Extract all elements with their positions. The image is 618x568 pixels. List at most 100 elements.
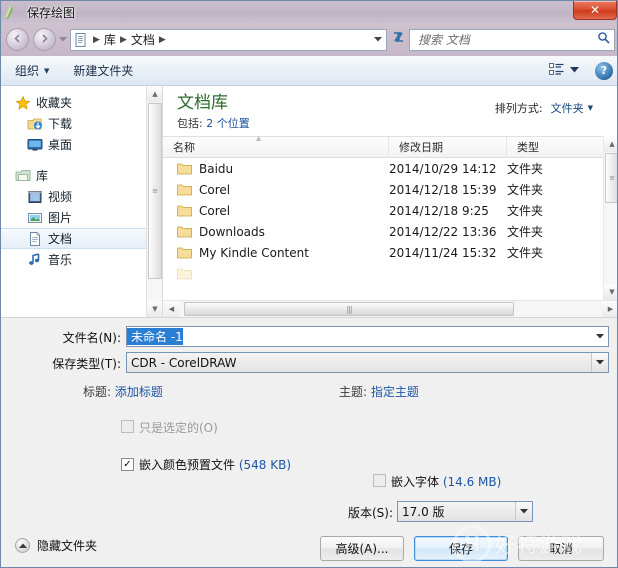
file-name-cell bbox=[163, 267, 389, 280]
file-date: 2014/12/18 15:39 bbox=[389, 182, 497, 197]
help-icon: ? bbox=[600, 64, 608, 77]
sidebar-item-desktop[interactable]: 桌面 bbox=[1, 134, 146, 155]
file-name-cell: Corel bbox=[163, 204, 389, 218]
chevron-down-icon[interactable] bbox=[591, 327, 608, 346]
file-name: My Kindle Content bbox=[199, 245, 309, 260]
title-field[interactable]: 标题: 添加标题 bbox=[83, 383, 163, 400]
table-row[interactable]: Downloads 2014/12/22 13:36 文件夹 bbox=[163, 221, 603, 242]
file-name: Downloads bbox=[199, 224, 265, 239]
cancel-label: 取消 bbox=[548, 542, 573, 556]
advanced-button[interactable]: 高级(A)... bbox=[320, 536, 404, 561]
column-header-name[interactable]: 名称 ▲ bbox=[163, 136, 389, 158]
file-browser: 收藏夹 下载 桌面 库 视频 图片 文档 音乐 ▲ ≡ ▼ 文档库 包括: 2 … bbox=[1, 86, 617, 317]
title-bar: 保存绘图 ✕ bbox=[1, 1, 617, 23]
forward-button[interactable] bbox=[33, 28, 56, 51]
embed-fonts-text: 嵌入字体 (14.6 MB) bbox=[391, 473, 501, 490]
navpane-scrollbar[interactable]: ▲ ≡ ▼ bbox=[146, 86, 163, 317]
navigation-pane: 收藏夹 下载 桌面 库 视频 图片 文档 音乐 bbox=[1, 86, 146, 317]
search-input[interactable]: 搜索 文档 bbox=[414, 31, 597, 48]
libraries-icon bbox=[15, 168, 31, 184]
refresh-button[interactable] bbox=[387, 29, 409, 51]
scroll-track[interactable]: ||| bbox=[180, 301, 602, 317]
scroll-right-arrow[interactable]: ▶ bbox=[602, 301, 617, 317]
scroll-up-arrow[interactable]: ▲ bbox=[147, 86, 163, 102]
hide-folders-button[interactable]: 隐藏文件夹 bbox=[15, 537, 97, 554]
save-button[interactable]: 保存 bbox=[414, 536, 508, 561]
scroll-down-arrow[interactable]: ▼ bbox=[147, 301, 163, 317]
breadcrumb-dropdown-button[interactable] bbox=[370, 30, 386, 50]
file-list-horizontal-scrollbar[interactable]: ◀ ||| ▶ bbox=[163, 300, 617, 317]
corel-app-icon bbox=[4, 3, 22, 21]
subject-label: 主题: bbox=[339, 385, 368, 399]
documents-icon bbox=[27, 231, 43, 247]
column-header-type[interactable]: 类型 bbox=[507, 136, 569, 158]
breadcrumb-item-library[interactable]: 库 bbox=[104, 31, 116, 48]
new-folder-button[interactable]: 新建文件夹 bbox=[67, 59, 139, 83]
document-library-icon bbox=[73, 32, 89, 48]
table-row[interactable]: Corel 2014/12/18 15:39 文件夹 bbox=[163, 179, 603, 200]
table-row[interactable]: Corel 2014/12/18 9:25 文件夹 bbox=[163, 200, 603, 221]
file-name-cell: Baidu bbox=[163, 162, 389, 176]
chevron-down-icon[interactable] bbox=[515, 502, 532, 521]
sidebar-group-favorites[interactable]: 收藏夹 bbox=[1, 92, 146, 113]
version-dropdown[interactable]: 17.0 版 bbox=[397, 501, 533, 522]
file-list-vertical-scrollbar[interactable]: ▲ ≡ ▼ bbox=[603, 136, 617, 300]
scroll-down-arrow[interactable]: ▼ bbox=[604, 284, 617, 300]
organize-button[interactable]: 组织 ▼ bbox=[9, 59, 55, 83]
folder-icon bbox=[177, 204, 192, 217]
change-view-button[interactable] bbox=[545, 59, 583, 83]
sidebar-item-music[interactable]: 音乐 bbox=[1, 249, 146, 270]
selected-only-checkbox[interactable]: 只是选定的(O) bbox=[121, 419, 291, 436]
back-button[interactable] bbox=[6, 28, 29, 51]
file-type: 文件夹 bbox=[507, 183, 544, 197]
save-drawing-dialog: 保存绘图 ✕ chevron-down-icon bbox=[0, 0, 618, 568]
history-dropdown-button[interactable]: chevron-down-icon bbox=[56, 28, 69, 51]
cancel-button[interactable]: 取消 bbox=[518, 536, 604, 561]
sidebar-item-downloads[interactable]: 下载 bbox=[1, 113, 146, 134]
sidebar-item-documents[interactable]: 文档 bbox=[1, 228, 146, 249]
check-icon: ✓ bbox=[123, 458, 132, 470]
file-list-column-header: 名称 ▲ 修改日期 类型 bbox=[163, 136, 603, 158]
scroll-thumb[interactable]: ≡ bbox=[605, 153, 617, 203]
chevron-down-icon[interactable] bbox=[591, 353, 608, 372]
embed-fonts-label: 嵌入字体 bbox=[391, 475, 440, 489]
scroll-left-arrow[interactable]: ◀ bbox=[163, 301, 180, 317]
sidebar-item-videos[interactable]: 视频 bbox=[1, 186, 146, 207]
scroll-thumb[interactable]: ||| bbox=[184, 302, 514, 316]
library-locations-link[interactable]: 2 个位置 bbox=[206, 117, 250, 130]
sidebar-item-label: 视频 bbox=[48, 190, 73, 204]
filename-label: 文件名(N): bbox=[62, 331, 121, 345]
filetype-value: CDR - CorelDRAW bbox=[131, 355, 237, 370]
checkbox-box: ✓ bbox=[121, 458, 134, 471]
subject-field[interactable]: 主题: 指定主题 bbox=[339, 383, 419, 400]
table-row-partial[interactable] bbox=[163, 263, 603, 284]
help-button[interactable]: ? bbox=[595, 61, 613, 80]
file-list-rows: Baidu 2014/10/29 14:12 文件夹 Corel 2014/12… bbox=[163, 158, 603, 300]
filename-input[interactable]: 未命名 -1 bbox=[126, 326, 609, 347]
title-value[interactable]: 添加标题 bbox=[115, 385, 163, 399]
column-header-date[interactable]: 修改日期 bbox=[389, 136, 507, 158]
library-subtitle: 包括: 2 个位置 bbox=[177, 115, 617, 131]
search-box[interactable]: 搜索 文档 bbox=[409, 28, 615, 51]
embed-fonts-checkbox[interactable]: 嵌入字体 (14.6 MB) bbox=[373, 473, 501, 490]
arrange-by-control[interactable]: 排列方式: 文件夹 ▼ bbox=[495, 100, 593, 116]
scroll-up-arrow[interactable]: ▲ bbox=[604, 136, 617, 152]
sort-ascending-icon: ▲ bbox=[255, 136, 262, 141]
embed-color-profile-checkbox[interactable]: ✓ 嵌入颜色预置文件 (548 KB) bbox=[121, 457, 296, 473]
breadcrumb-item-documents[interactable]: 文档 bbox=[131, 31, 155, 48]
table-row[interactable]: My Kindle Content 2014/11/24 15:32 文件夹 bbox=[163, 242, 603, 263]
close-button[interactable]: ✕ bbox=[573, 1, 617, 20]
breadcrumb-bar[interactable]: ▶ 库 ▶ 文档 ▶ bbox=[70, 28, 387, 51]
embed-color-label: 嵌入颜色预置文件 bbox=[139, 458, 236, 472]
scroll-thumb[interactable]: ≡ bbox=[148, 103, 162, 279]
subject-value[interactable]: 指定主题 bbox=[371, 385, 419, 399]
filetype-dropdown[interactable]: CDR - CorelDRAW bbox=[126, 352, 609, 373]
sidebar-item-pictures[interactable]: 图片 bbox=[1, 207, 146, 228]
checkbox-box bbox=[121, 420, 134, 433]
table-row[interactable]: Baidu 2014/10/29 14:12 文件夹 bbox=[163, 158, 603, 179]
sidebar-group-libraries[interactable]: 库 bbox=[1, 165, 146, 186]
column-label: 类型 bbox=[517, 141, 539, 154]
advanced-label: 高级(A)... bbox=[335, 542, 389, 556]
save-options-form: 文件名(N): 未命名 -1 保存类型(T): CDR - CorelDRAW … bbox=[1, 317, 617, 522]
library-subtitle-prefix: 包括: bbox=[177, 117, 203, 130]
